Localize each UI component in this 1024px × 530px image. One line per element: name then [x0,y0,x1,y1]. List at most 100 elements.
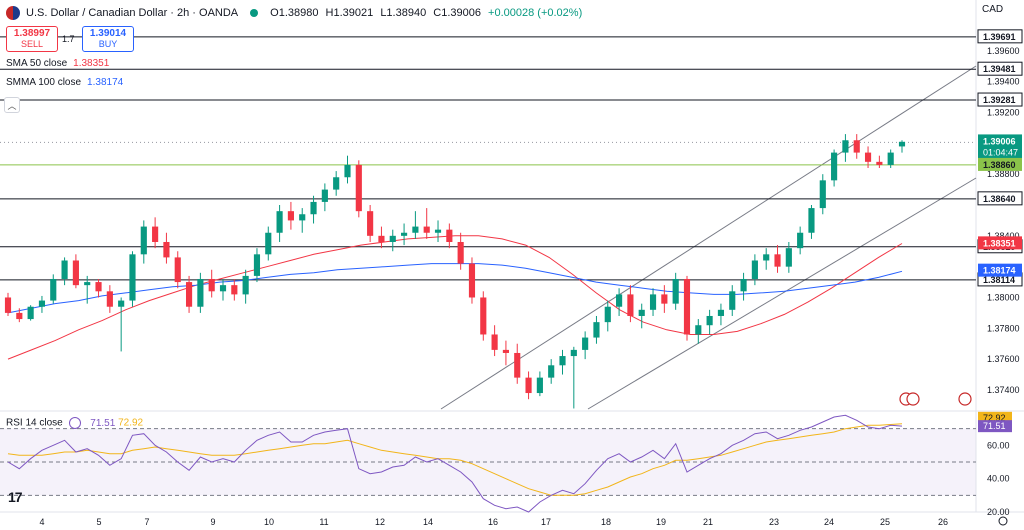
candle-body [265,232,272,255]
indicator-price-tag: 1.38351 [983,238,1016,248]
candle-body [661,294,668,304]
collapse-legend-icon[interactable]: ︿ [4,97,20,113]
last-price-label: 1.39006 [983,136,1016,146]
symbol-title[interactable]: U.S. Dollar / Canadian Dollar · 2h · OAN… [26,7,238,19]
market-open-icon [250,9,259,17]
candle-body [140,226,147,255]
candle-body [616,294,623,307]
time-tick-label: 14 [423,517,433,527]
candle-body [695,325,702,335]
countdown-label: 01:04:47 [983,147,1018,157]
price-tick-label: 1.37600 [987,354,1020,364]
candle-body [344,164,351,178]
currency-label[interactable]: CAD [982,4,1003,15]
candle-body [683,278,691,335]
candle-body [808,208,815,233]
candle-body [423,226,430,233]
tradingview-logo-icon[interactable]: 17 [8,489,23,505]
candle-body [61,260,68,279]
rsi-label: RSI 14 close [6,417,63,429]
candle-body [95,282,102,292]
candle-body [898,141,906,147]
candle-body [559,356,566,366]
candle-body [491,334,498,350]
price-tick-label: 1.38000 [987,292,1020,302]
candle-body [570,349,577,357]
high-value: H1.39021 [325,7,374,19]
time-tick-label: 7 [144,517,149,527]
chart-header: U.S. Dollar / Canadian Dollar · 2h · OAN… [6,6,586,20]
candle-body [763,254,770,261]
rsi-tick-label: 40.00 [987,474,1010,484]
level-tag: 1.39281 [983,95,1016,105]
candle-body [831,152,838,181]
candle-body [174,257,181,283]
candle-body [367,211,374,236]
close-value: C1.39006 [433,7,481,19]
sma-value: 1.38351 [73,58,110,69]
time-tick-label: 4 [39,517,44,527]
rsi-settings-icon[interactable] [69,417,82,429]
sell-price: 1.38997 [13,28,51,39]
candle-body [185,282,193,307]
time-tick-label: 26 [938,517,948,527]
ohlc-readout: O1.38980 H1.39021 L1.38940 C1.39006 +0.0… [270,7,586,19]
candle-body [785,248,792,267]
candle-body [514,352,521,378]
candle-body [4,297,12,313]
candle-body [627,294,634,316]
sma-legend[interactable]: SMA 50 close 1.38351 [6,58,109,69]
time-tick-label: 25 [880,517,890,527]
rsi-legend[interactable]: RSI 14 close 71.51 72.92 [6,417,143,429]
sell-button[interactable]: 1.38997 SELL [6,26,58,52]
candle-body [163,241,170,258]
candle-body [887,152,894,165]
price-tick-label: 1.37800 [987,323,1020,333]
sell-label: SELL [20,39,44,49]
sma-label: SMA 50 close [6,58,68,69]
economic-event-icon [906,392,920,406]
candle-body [197,278,204,307]
smma-value: 1.38174 [87,77,124,88]
low-value: L1.38940 [380,7,427,19]
candle-body [593,322,600,338]
candle-body [649,294,657,310]
candle-body [50,278,57,301]
time-tick-label: 23 [769,517,779,527]
price-tick-label: 1.39200 [987,108,1020,118]
candle-body [672,278,679,304]
candle-body [638,309,645,316]
spread-value: 1.7 [62,34,75,44]
chart-stage[interactable]: 1.39600 1.39400 1.39200 1.38800 1.38400 1.380… [0,0,1024,530]
chart-svg[interactable]: 1.396001.394001.392001.388001.384001.380… [0,0,1024,530]
time-tick-label: 17 [541,517,551,527]
candle-body [434,229,442,233]
time-tick-label: 5 [96,517,101,527]
candle-body [525,377,532,394]
rsi-value: 71.51 [90,417,116,429]
candle-body [706,315,713,326]
usdcad-flag-icon [6,6,20,20]
candle-body [502,349,509,353]
candle-body [480,297,487,335]
level-tag: 1.39481 [983,64,1016,74]
time-tick-label: 19 [656,517,666,527]
price-tick-label: 1.39600 [987,46,1020,56]
candle-body [242,275,249,295]
candle-body [208,278,215,292]
candle-body [389,235,396,242]
candle-body [468,263,476,298]
candle-body [853,140,860,153]
candle-body [548,365,555,378]
price-tick-label: 1.39400 [987,77,1020,87]
candle-body [876,161,883,165]
buy-label: BUY [98,39,118,49]
candle-body [16,312,23,320]
indicator-price-tag: 1.38174 [983,266,1016,276]
candle-body [740,278,747,292]
smma-legend[interactable]: SMMA 100 close 1.38174 [6,77,123,88]
candle-body [276,211,283,233]
candle-body [299,214,306,221]
buy-button[interactable]: 1.39014 BUY [82,26,134,52]
rsi-tick-label: 60.00 [987,440,1010,450]
